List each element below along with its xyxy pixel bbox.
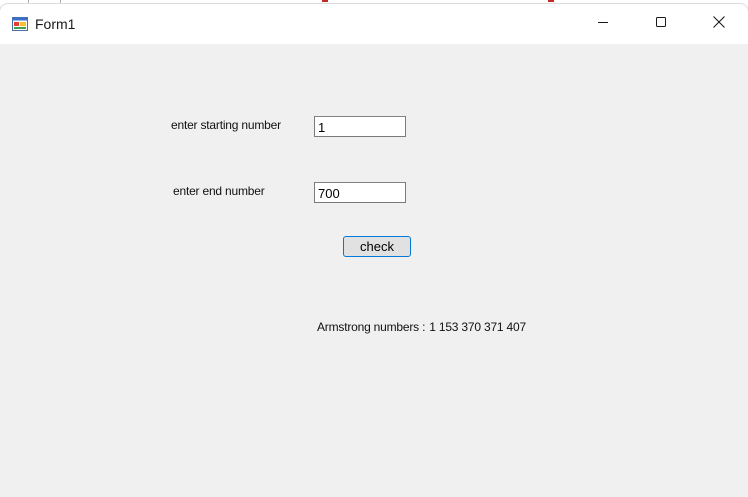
result-value: 1 153 370 371 407	[429, 320, 526, 334]
check-button[interactable]: check	[343, 236, 411, 257]
form-client-area: enter starting number enter end number c…	[0, 44, 748, 497]
close-icon	[712, 15, 726, 34]
start-number-input[interactable]	[314, 116, 406, 137]
minimize-button[interactable]	[574, 4, 632, 44]
end-number-label: enter end number	[173, 184, 265, 198]
screen: Form1 enter starting number 1 enter end …	[0, 0, 748, 497]
title-bar[interactable]: Form1	[0, 4, 748, 44]
end-number-input[interactable]	[314, 182, 406, 203]
close-button[interactable]	[690, 4, 748, 44]
result-label: Armstrong numbers :	[317, 320, 426, 334]
maximize-button[interactable]	[632, 4, 690, 44]
form-window: Form1 enter starting number 1 enter end …	[0, 4, 748, 497]
start-number-label: enter starting number	[171, 118, 281, 132]
maximize-icon	[655, 15, 667, 33]
window-title: Form1	[35, 16, 76, 32]
background-mark	[548, 0, 554, 2]
background-mark	[322, 0, 328, 2]
result-text: Armstrong numbers :1 153 370 371 407	[317, 320, 526, 334]
minimize-icon	[597, 15, 609, 33]
form-app-icon[interactable]	[12, 17, 28, 31]
